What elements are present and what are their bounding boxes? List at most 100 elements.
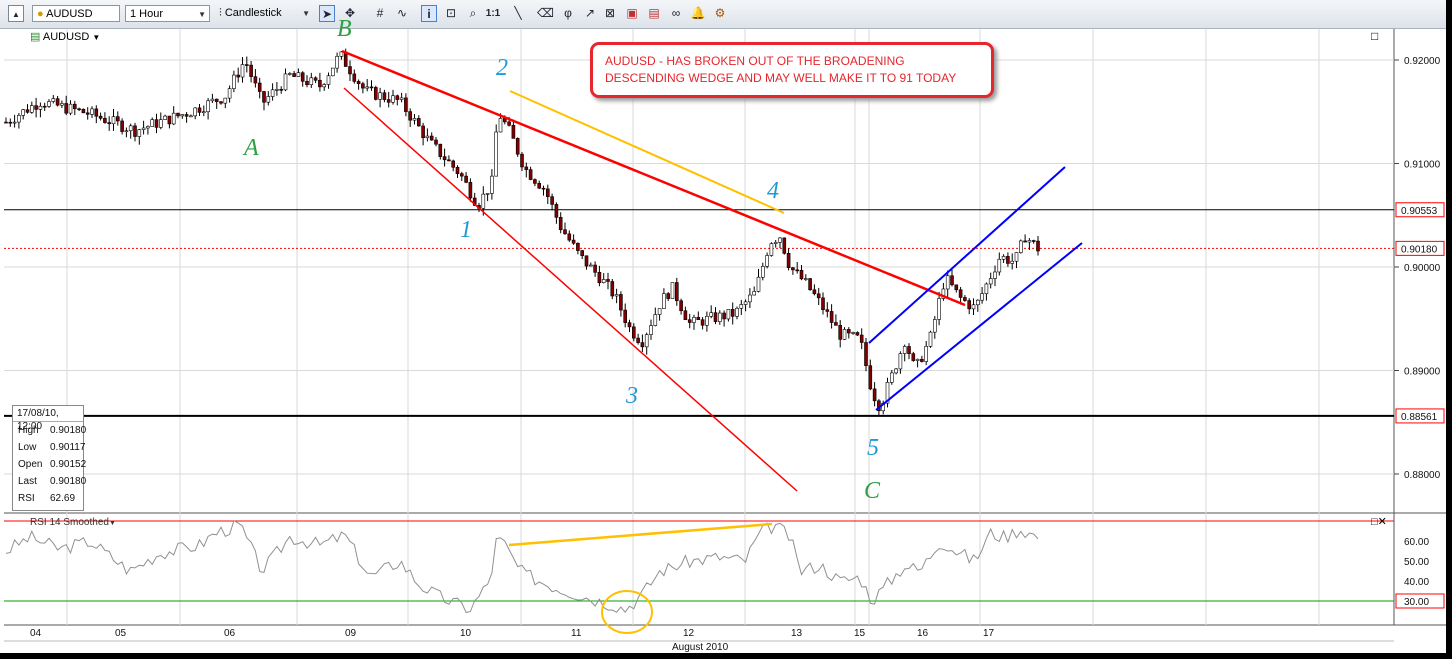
candle-up	[1010, 260, 1015, 264]
time-tick-label: 10	[460, 628, 472, 639]
candle-down	[219, 101, 223, 104]
candle-down	[576, 242, 580, 251]
candle-down	[442, 156, 447, 161]
candle-down	[696, 317, 701, 321]
chevron-down-icon: ▼	[92, 33, 101, 42]
chevron-down-icon: ▼	[108, 520, 116, 527]
data-value: 0.90180	[50, 425, 87, 436]
candle-down	[373, 87, 378, 100]
candle-down	[907, 346, 911, 354]
candle-down	[352, 73, 357, 82]
candle-down	[524, 166, 529, 170]
candle-down	[81, 108, 86, 114]
time-tick-label: 05	[115, 628, 127, 639]
candle-up	[378, 92, 382, 100]
candle-up	[851, 332, 855, 334]
candle-down	[808, 278, 812, 291]
candle-down	[464, 175, 468, 183]
candle-down	[249, 64, 253, 77]
candle-up	[481, 193, 486, 209]
maximize-pane-icon[interactable]: □	[1371, 29, 1378, 43]
candle-down	[554, 204, 559, 218]
candle-down	[859, 334, 864, 343]
candle-down	[85, 112, 90, 115]
candle-down	[791, 267, 795, 271]
candle-down	[451, 160, 456, 168]
candle-down	[855, 332, 860, 336]
candle-up	[498, 118, 503, 133]
data-row-open: Open 0.90152	[13, 456, 86, 473]
candle-down	[584, 255, 589, 267]
candle-up	[980, 293, 984, 301]
candle-up	[997, 258, 1002, 273]
candle-down	[864, 342, 868, 366]
time-tick-label: 15	[854, 628, 866, 639]
candle-down	[563, 229, 567, 235]
candle-up	[494, 131, 499, 177]
candle-up	[739, 304, 744, 309]
candle-up	[988, 278, 993, 285]
candle-up	[326, 75, 331, 85]
candle-down	[528, 169, 533, 180]
candle-up	[124, 130, 129, 133]
candle-down	[73, 103, 77, 110]
price-tag-label: 0.90553	[1401, 206, 1438, 217]
candle-up	[842, 329, 847, 340]
candle-down	[623, 309, 628, 323]
candle-up	[150, 119, 154, 127]
candle-up	[240, 64, 245, 78]
candle-up	[21, 109, 26, 116]
wave-label-5: 5	[867, 435, 879, 461]
candle-down	[262, 91, 266, 103]
data-window: 17/08/10, 12:00 High 0.90180 Low 0.90117 O…	[12, 405, 87, 511]
candle-down	[382, 92, 387, 100]
candle-down	[722, 312, 726, 320]
candle-down	[597, 272, 602, 284]
candle-down	[438, 143, 443, 157]
candle-up	[894, 368, 898, 374]
chart-symbol-menu[interactable]: ▤ AUDUSD ▼	[30, 30, 100, 43]
candle-up	[296, 72, 301, 77]
rsi-pane-title[interactable]: RSI 14 Smoothed▼	[30, 517, 116, 528]
candle-up	[765, 255, 769, 267]
wave-label-B: B	[337, 16, 352, 42]
candle-down	[197, 107, 202, 113]
candle-down	[25, 109, 30, 113]
candle-up	[51, 98, 56, 102]
data-label: Open	[18, 459, 43, 470]
candle-up	[773, 242, 778, 244]
candle-down	[730, 309, 735, 317]
data-value: 62.69	[50, 493, 76, 504]
candle-down	[468, 182, 473, 199]
candle-down	[459, 173, 464, 177]
candle-up	[12, 121, 17, 124]
wave-label-2: 2	[496, 55, 508, 81]
candle-down	[533, 179, 537, 184]
candle-down	[782, 237, 787, 254]
candle-down	[356, 81, 361, 85]
candle-up	[993, 271, 997, 279]
candle-down	[631, 326, 636, 339]
candle-down	[429, 135, 434, 141]
candle-down	[872, 388, 877, 402]
candle-up	[975, 299, 980, 306]
rsi-pane-controls-icon[interactable]: □✕	[1371, 515, 1387, 528]
candle-up	[898, 353, 903, 370]
candle-up	[330, 67, 335, 77]
candle-down	[77, 108, 81, 111]
candle-down	[279, 88, 284, 91]
candle-down	[8, 121, 13, 124]
chart-symbol-icon: ▤	[30, 31, 41, 43]
data-row-rsi: RSI 62.69	[13, 490, 83, 507]
time-tick-label: 11	[571, 628, 582, 639]
candle-down	[963, 297, 967, 301]
candle-down	[950, 275, 954, 286]
time-tick-label: 09	[345, 628, 357, 639]
wave-label-C: C	[864, 478, 881, 504]
candle-up	[692, 317, 696, 323]
data-label: RSI	[18, 493, 35, 504]
candle-down	[627, 322, 632, 328]
candle-down	[507, 121, 511, 126]
candle-down	[253, 76, 258, 84]
candle-up	[752, 291, 757, 296]
